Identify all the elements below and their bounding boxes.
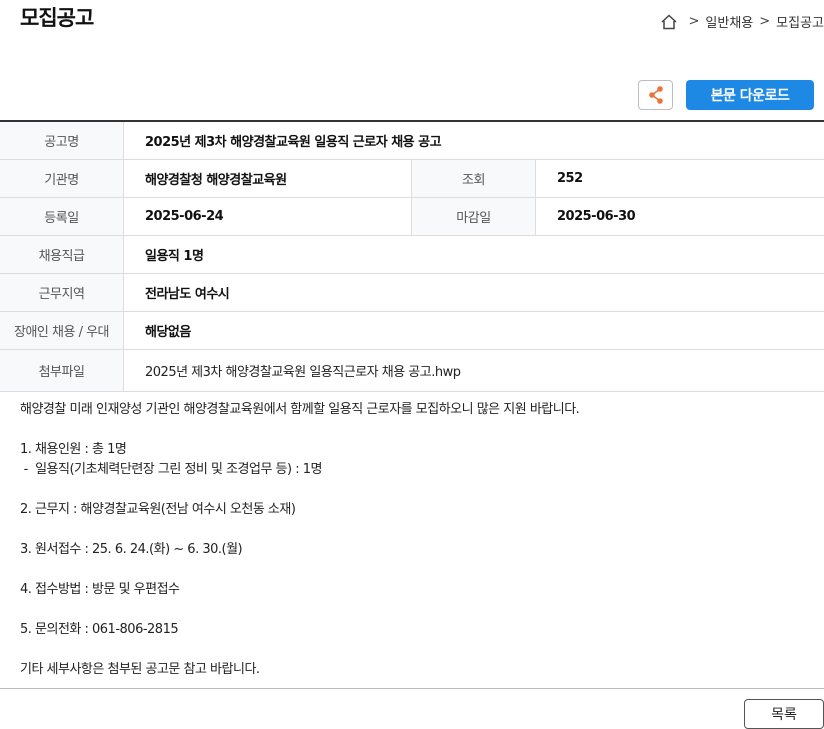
notice-info-table: 공고명 2025년 제3차 해양경찰교육원 일용직 근로자 채용 공고 기관명 … bbox=[0, 120, 824, 392]
grade-label: 채용직급 bbox=[0, 236, 124, 273]
views-label: 조회 bbox=[412, 160, 536, 197]
deadline-value: 2025-06-30 bbox=[557, 209, 636, 224]
body-outro: 기타 세부사항은 첨부된 공고문 참고 바랍니다. bbox=[20, 662, 260, 677]
body-item: 2. 근무지 : 해양경찰교육원(전남 여수시 오천동 소재) bbox=[20, 502, 296, 517]
body-item: 1. 채용인원 : 총 1명 bbox=[20, 442, 127, 457]
breadcrumb-separator: > bbox=[688, 14, 700, 29]
table-row: 기관명 해양경찰청 해양경찰교육원 조회 252 bbox=[0, 160, 824, 198]
body-item: 3. 원서접수 : 25. 6. 24.(화) ~ 6. 30.(월) bbox=[20, 542, 243, 557]
grade-value: 일용직 1명 bbox=[145, 249, 204, 264]
home-icon[interactable] bbox=[660, 13, 678, 31]
table-row: 근무지역 전라남도 여수시 bbox=[0, 274, 824, 312]
body-intro: 해양경찰 미래 인재양성 기관인 해양경찰교육원에서 함께할 일용직 근로자를 … bbox=[20, 402, 580, 417]
disabled-label: 장애인 채용 / 우대 bbox=[0, 312, 124, 349]
breadcrumb-separator: > bbox=[759, 14, 771, 29]
page-title: 모집공고 bbox=[20, 6, 94, 30]
attachment-link[interactable]: 2025년 제3차 해양경찰교육원 일용직근로자 채용 공고.hwp bbox=[124, 350, 824, 391]
breadcrumb-item-general-hiring[interactable]: 일반채용 bbox=[705, 12, 753, 31]
table-row: 공고명 2025년 제3차 해양경찰교육원 일용직 근로자 채용 공고 bbox=[0, 122, 824, 160]
deadline-label: 마감일 bbox=[412, 198, 536, 235]
notice-body: 해양경찰 미래 인재양성 기관인 해양경찰교육원에서 함께할 일용직 근로자를 … bbox=[20, 400, 810, 680]
table-row: 채용직급 일용직 1명 bbox=[0, 236, 824, 274]
table-row: 장애인 채용 / 우대 해당없음 bbox=[0, 312, 824, 350]
title-label: 공고명 bbox=[0, 122, 124, 159]
list-button[interactable]: 목록 bbox=[744, 699, 824, 729]
table-row: 등록일 2025-06-24 마감일 2025-06-30 bbox=[0, 198, 824, 236]
body-item: 4. 접수방법 : 방문 및 우편접수 bbox=[20, 582, 180, 597]
title-value: 2025년 제3차 해양경찰교육원 일용직 근로자 채용 공고 bbox=[145, 135, 442, 150]
breadcrumb-item-recruitment[interactable]: 모집공고 bbox=[776, 12, 824, 31]
org-value: 해양경찰청 해양경찰교육원 bbox=[124, 160, 412, 197]
body-item: 5. 문의전화 : 061-806-2815 bbox=[20, 622, 179, 637]
attachment-label: 첨부파일 bbox=[0, 350, 124, 391]
disabled-value: 해당없음 bbox=[145, 325, 191, 340]
divider bbox=[0, 688, 824, 689]
share-icon bbox=[648, 86, 663, 104]
region-label: 근무지역 bbox=[0, 274, 124, 311]
body-subitem: - 일용직(기초체력단련장 그린 정비 및 조경업무 등) : 1명 bbox=[20, 462, 323, 477]
table-row: 첨부파일 2025년 제3차 해양경찰교육원 일용직근로자 채용 공고.hwp bbox=[0, 350, 824, 392]
download-body-button[interactable]: 본문 다운로드 bbox=[686, 80, 814, 110]
breadcrumb: > 일반채용 > 모집공고 bbox=[660, 12, 824, 31]
org-label: 기관명 bbox=[0, 160, 124, 197]
share-button[interactable] bbox=[638, 80, 673, 110]
region-value: 전라남도 여수시 bbox=[145, 287, 230, 302]
reg-date-value: 2025-06-24 bbox=[124, 198, 412, 235]
reg-date-label: 등록일 bbox=[0, 198, 124, 235]
views-value: 252 bbox=[557, 171, 583, 186]
